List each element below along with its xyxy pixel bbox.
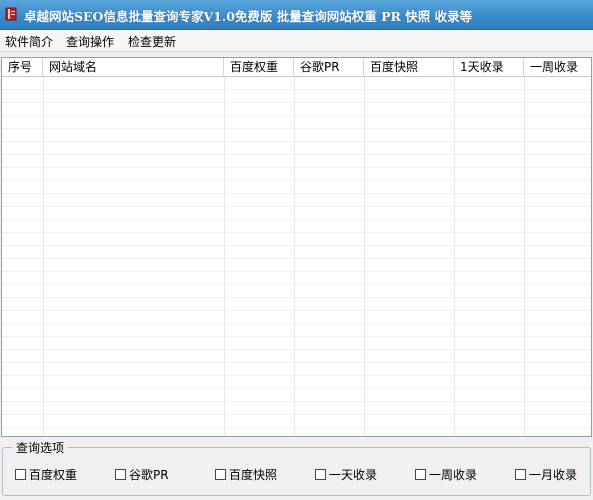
option-label: 一周收录	[429, 468, 478, 482]
google-pr-checkbox[interactable]	[115, 469, 126, 480]
one-month-indexed-checkbox[interactable]	[515, 469, 526, 480]
option-one-day-indexed[interactable]: 一天收录	[315, 466, 377, 482]
column-divider	[454, 77, 455, 436]
title-bar: 卓越网站SEO信息批量查询专家V1.0免费版 批量查询网站权重 PR 快照 收录…	[0, 0, 593, 30]
one-week-indexed-checkbox[interactable]	[415, 469, 426, 480]
column-divider	[364, 77, 365, 436]
menu-item-check-update[interactable]: 检查更新	[126, 33, 178, 50]
column-header-baidu-snapshot[interactable]: 百度快照	[364, 58, 454, 76]
table-header: 序号 网站域名 百度权重 谷歌PR 百度快照 1天收录 一周收录	[2, 58, 591, 77]
option-label: 一天收录	[329, 468, 378, 482]
window-title: 卓越网站SEO信息批量查询专家V1.0免费版 批量查询网站权重 PR 快照 收录…	[24, 9, 473, 24]
option-baidu-weight[interactable]: 百度权重	[15, 466, 77, 482]
book-icon	[5, 7, 17, 21]
column-divider	[224, 77, 225, 436]
menu-bar: 软件简介 查询操作 检查更新	[0, 30, 593, 52]
option-label: 一月收录	[529, 468, 578, 482]
column-divider	[524, 77, 525, 436]
column-header-domain[interactable]: 网站域名	[43, 58, 224, 76]
baidu-weight-checkbox[interactable]	[15, 469, 26, 480]
option-label: 百度权重	[29, 468, 78, 482]
menu-item-query-operations[interactable]: 查询操作	[64, 33, 116, 50]
option-label: 百度快照	[229, 468, 278, 482]
table-body[interactable]	[2, 77, 591, 436]
column-header-baidu-weight[interactable]: 百度权重	[224, 58, 294, 76]
option-google-pr[interactable]: 谷歌PR	[115, 466, 169, 482]
results-table[interactable]: 序号 网站域名 百度权重 谷歌PR 百度快照 1天收录 一周收录	[1, 57, 592, 437]
option-label: 谷歌PR	[129, 468, 169, 482]
baidu-snapshot-checkbox[interactable]	[215, 469, 226, 480]
column-divider	[43, 77, 44, 436]
option-one-month-indexed[interactable]: 一月收录	[515, 466, 577, 482]
menu-item-about[interactable]: 软件简介	[3, 33, 55, 50]
column-header-google-pr[interactable]: 谷歌PR	[294, 58, 364, 76]
column-header-1day-indexed[interactable]: 1天收录	[454, 58, 524, 76]
query-options-title: 查询选项	[13, 439, 68, 456]
option-baidu-snapshot[interactable]: 百度快照	[215, 466, 277, 482]
column-header-week-indexed[interactable]: 一周收录	[524, 58, 591, 76]
one-day-indexed-checkbox[interactable]	[315, 469, 326, 480]
column-header-index[interactable]: 序号	[2, 58, 43, 76]
column-divider	[294, 77, 295, 436]
option-one-week-indexed[interactable]: 一周收录	[415, 466, 477, 482]
query-options-group: 查询选项 百度权重 谷歌PR 百度快照 一天收录 一周收录 一月收录	[2, 439, 591, 496]
